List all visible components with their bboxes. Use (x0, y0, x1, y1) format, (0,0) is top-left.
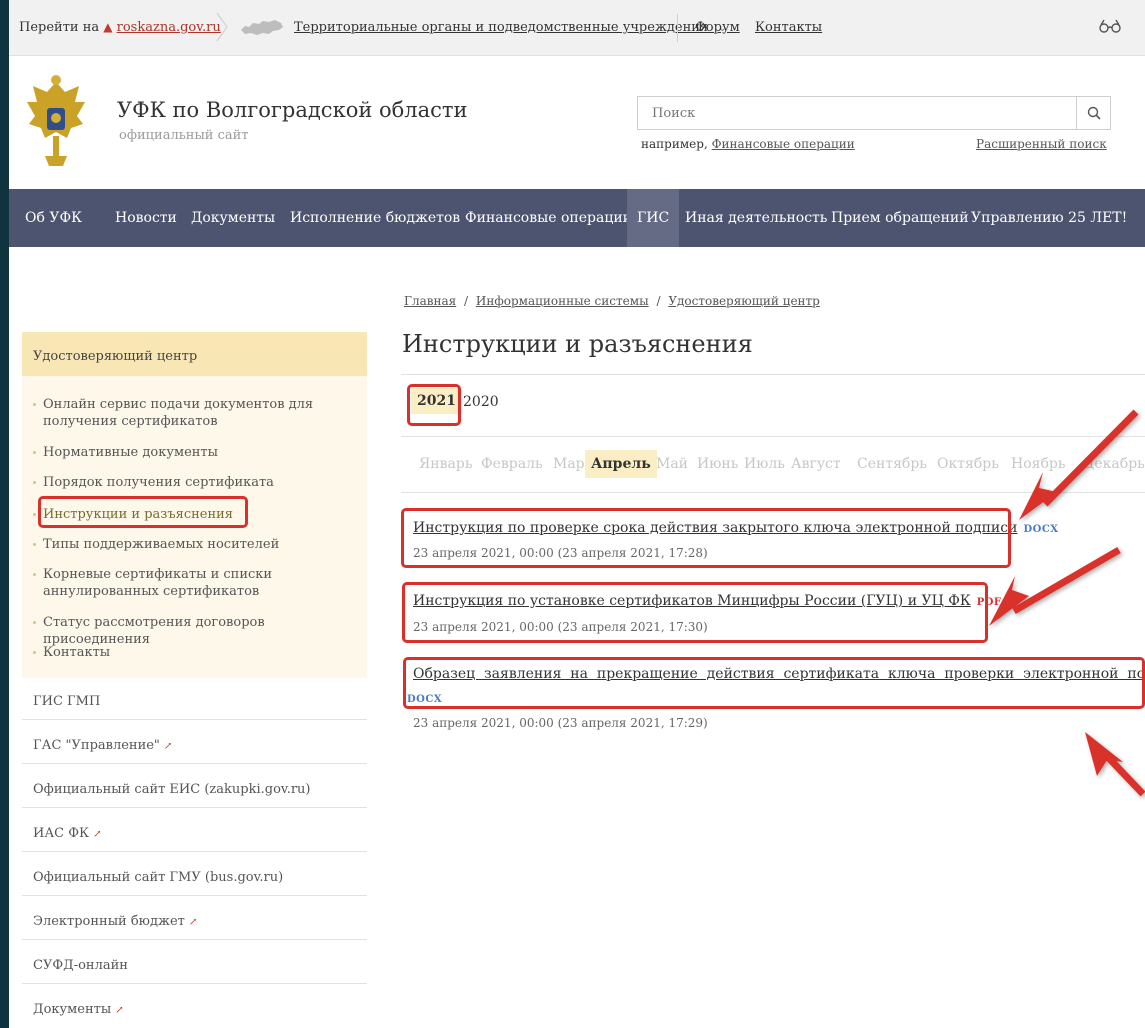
annotation-arrows (989, 409, 1145, 797)
webpage: Перейти на ▲ roskazna.gov.ru Территориал… (9, 0, 1145, 1028)
annotation-arrow-icon (1019, 409, 1139, 520)
annotation-arrow-icon (1085, 732, 1145, 797)
annotation-arrow-icon (989, 546, 1121, 626)
